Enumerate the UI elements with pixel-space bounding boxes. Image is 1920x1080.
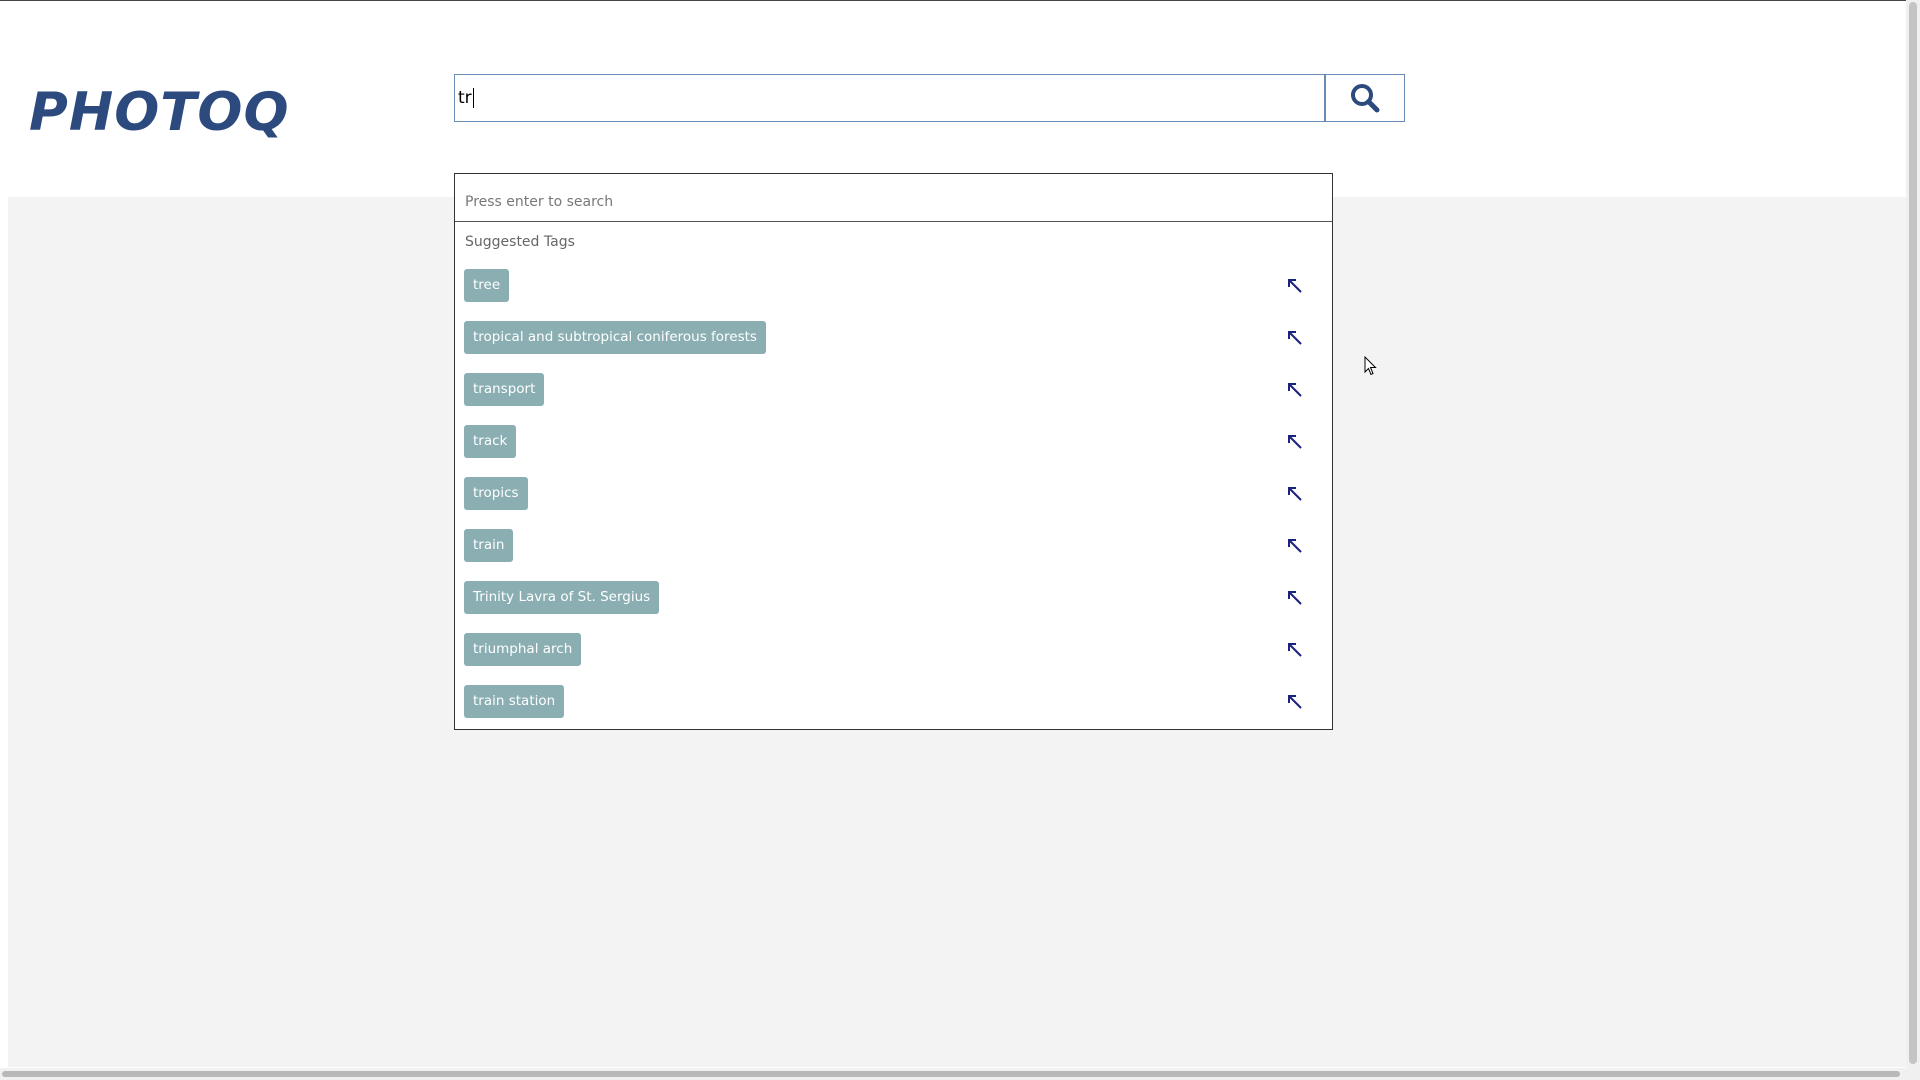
suggested-tag[interactable]: train <box>464 529 514 562</box>
arrow-up-left-icon[interactable] <box>1285 484 1305 504</box>
vertical-scrollbar[interactable] <box>1906 0 1920 1080</box>
suggested-tag-row[interactable]: track <box>455 425 1332 477</box>
search-input-value: tr <box>458 88 472 108</box>
horizontal-scrollbar-thumb[interactable] <box>2 1071 1900 1077</box>
search-suggestions-dropdown: Press enter to search Suggested Tags tre… <box>454 173 1333 730</box>
suggested-tag-row[interactable]: tree <box>455 269 1332 321</box>
mouse-cursor-icon <box>1364 356 1377 376</box>
suggested-tag-row[interactable]: tropics <box>455 477 1332 529</box>
top-border <box>0 0 1920 1</box>
suggested-tag-row[interactable]: transport <box>455 373 1332 425</box>
arrow-up-left-icon[interactable] <box>1285 432 1305 452</box>
text-caret <box>472 88 474 108</box>
suggested-tag[interactable]: transport <box>464 373 545 406</box>
arrow-up-left-icon[interactable] <box>1285 536 1305 556</box>
arrow-up-left-icon[interactable] <box>1285 692 1305 712</box>
arrow-up-left-icon[interactable] <box>1285 588 1305 608</box>
press-enter-hint: Press enter to search <box>455 174 1332 222</box>
suggested-tag-row[interactable]: train <box>455 529 1332 581</box>
suggested-tags-list: tree tropical and subtropical coniferous … <box>455 269 1332 737</box>
suggested-tag[interactable]: train station <box>464 685 565 718</box>
suggested-tag[interactable]: triumphal arch <box>464 633 582 666</box>
suggested-tag[interactable]: Trinity Lavra of St. Sergius <box>464 581 660 614</box>
suggested-tag-row[interactable]: train station <box>455 685 1332 737</box>
search-button[interactable] <box>1325 74 1405 122</box>
suggested-tag-row[interactable]: tropical and subtropical coniferous fore… <box>455 321 1332 373</box>
suggested-tag[interactable]: tropics <box>464 477 528 510</box>
horizontal-scrollbar[interactable] <box>0 1068 1906 1080</box>
search-icon <box>1351 84 1380 113</box>
suggested-tag[interactable]: tropical and subtropical coniferous fore… <box>464 321 766 354</box>
vertical-scrollbar-thumb[interactable] <box>1909 2 1917 1064</box>
arrow-up-left-icon[interactable] <box>1285 276 1305 296</box>
arrow-up-left-icon[interactable] <box>1285 380 1305 400</box>
suggested-tag[interactable]: track <box>464 425 517 458</box>
suggested-tags-heading: Suggested Tags <box>465 234 575 250</box>
arrow-up-left-icon[interactable] <box>1285 328 1305 348</box>
suggested-tag-row[interactable]: Trinity Lavra of St. Sergius <box>455 581 1332 633</box>
suggested-tag-row[interactable]: triumphal arch <box>455 633 1332 685</box>
suggested-tag[interactable]: tree <box>464 269 510 302</box>
app-logo[interactable]: PHOTOQ <box>29 78 290 148</box>
search-input[interactable]: tr <box>454 74 1325 122</box>
page: PHOTOQ tr Press enter to search Suggeste… <box>0 0 1920 1080</box>
arrow-up-left-icon[interactable] <box>1285 640 1305 660</box>
